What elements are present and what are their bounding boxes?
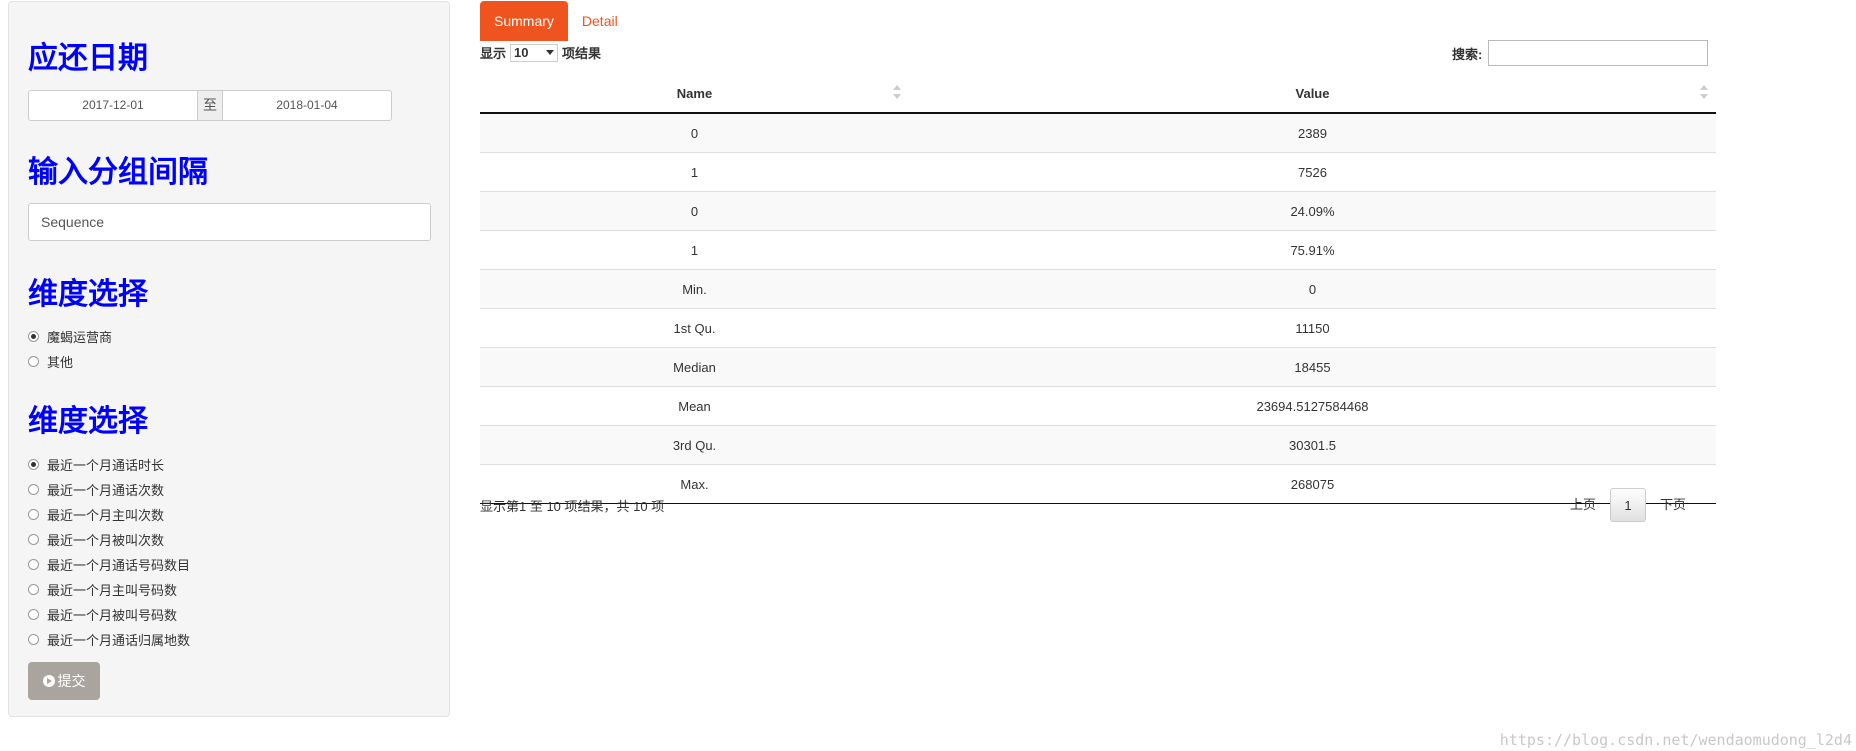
sort-icon [893,85,901,99]
radio-button-checked[interactable] [28,459,39,470]
next-page-button[interactable]: 下页 [1646,488,1700,522]
caret-down-icon [546,50,555,55]
radio-button[interactable] [28,609,39,620]
value-cell: 30301.5 [909,425,1716,465]
radio-button[interactable] [28,484,39,495]
pagination: 上页 1 下页 [1556,488,1700,522]
radio-button[interactable] [28,634,39,645]
prev-page-button[interactable]: 上页 [1556,488,1610,522]
table-row: Mean 23694.5127584468 [480,386,1716,426]
radio-button[interactable] [28,509,39,520]
date-range-separator: 至 [197,91,223,120]
date-end-input[interactable]: 2018-01-04 [223,91,391,120]
radio-label: 魔蝎运营商 [47,330,113,345]
page-length-value: 10 [514,45,529,60]
length-prefix: 显示 [480,46,507,61]
date-start-input[interactable]: 2017-12-01 [29,91,197,120]
name-cell: 0 [480,113,909,153]
radio-label: 最近一个月通话时长 [47,458,165,473]
radio-option[interactable]: 最近一个月通话号码数目 [28,552,190,577]
radio-option[interactable]: 最近一个月被叫次数 [28,527,190,552]
watermark: https://blog.csdn.net/wendaomudong_l2d4 [1499,731,1852,749]
radio-option[interactable]: 最近一个月主叫号码数 [28,577,190,602]
tab-detail[interactable]: Detail [568,1,632,41]
summary-table: Name Value 0 2389 1 7526 0 24.09% 1 75.91% M… [480,74,1716,504]
value-cell: 7526 [909,152,1716,192]
table-row: Min. 0 [480,269,1716,309]
radio-label: 最近一个月通话归属地数 [47,633,191,648]
column-header-label: Name [676,85,713,101]
name-cell: 1 [480,152,909,192]
page-length-control: 显示 10 项结果 [480,43,601,62]
submit-button[interactable]: 提交 [28,662,100,700]
table-row: Max. 268075 [480,464,1716,504]
name-cell: Min. [480,269,909,309]
table-row: Median 18455 [480,347,1716,387]
radio-option[interactable]: 最近一个月通话归属地数 [28,627,190,652]
table-search: 搜索: [1452,40,1709,66]
value-cell: 2389 [909,113,1716,153]
column-header-label: Value [1295,85,1330,101]
interval-input[interactable]: Sequence [28,203,431,241]
value-cell: 18455 [909,347,1716,387]
search-label: 搜索: [1452,46,1483,62]
value-cell: 24.09% [909,191,1716,231]
radio-button[interactable] [28,559,39,570]
radio-button[interactable] [28,584,39,595]
dimension-radio-group-1: 魔蝎运营商 其他 [28,324,112,374]
table-row: 1 7526 [480,152,1716,192]
submit-label: 提交 [57,673,86,689]
sidebar-panel: 应还日期 2017-12-01 至 2018-01-04 输入分组间隔 Sequ… [8,1,450,717]
table-info-text: 显示第1 至 10 项结果，共 10 项 [480,499,665,514]
tab-summary[interactable]: Summary [480,1,568,41]
sort-icon [1700,85,1708,99]
table-row: 1 75.91% [480,230,1716,270]
radio-option[interactable]: 其他 [28,349,112,374]
current-page-button[interactable]: 1 [1610,488,1647,522]
column-header-name[interactable]: Name [480,74,909,114]
column-header-value[interactable]: Value [909,74,1716,114]
radio-option[interactable]: 最近一个月主叫次数 [28,502,190,527]
radio-label: 其他 [47,355,74,370]
radio-label: 最近一个月主叫次数 [47,508,165,523]
radio-button[interactable] [28,534,39,545]
radio-option[interactable]: 最近一个月通话次数 [28,477,190,502]
name-cell: Mean [480,386,909,426]
radio-label: 最近一个月通话次数 [47,483,165,498]
radio-option[interactable]: 魔蝎运营商 [28,324,112,349]
radio-button-checked[interactable] [28,331,39,342]
name-cell: 1st Qu. [480,308,909,348]
name-cell: 3rd Qu. [480,425,909,465]
page-length-select[interactable]: 10 [510,43,559,62]
table-row: 3rd Qu. 30301.5 [480,425,1716,465]
tab-bar: Summary Detail [480,1,632,41]
length-suffix: 项结果 [562,46,602,61]
value-cell: 23694.5127584468 [909,386,1716,426]
dimension-heading-2: 维度选择 [28,404,148,439]
table-row: 0 24.09% [480,191,1716,231]
play-circle-icon [42,675,55,687]
date-range-input: 2017-12-01 至 2018-01-04 [28,90,392,121]
radio-label: 最近一个月被叫号码数 [47,608,178,623]
value-cell: 0 [909,269,1716,309]
radio-label: 最近一个月主叫号码数 [47,583,178,598]
radio-option[interactable]: 最近一个月被叫号码数 [28,602,190,627]
date-heading: 应还日期 [28,41,148,76]
name-cell: 1 [480,230,909,270]
value-cell: 75.91% [909,230,1716,270]
radio-label: 最近一个月通话号码数目 [47,558,191,573]
table-row: 1st Qu. 11150 [480,308,1716,348]
radio-option[interactable]: 最近一个月通话时长 [28,452,190,477]
name-cell: 0 [480,191,909,231]
radio-button[interactable] [28,356,39,367]
name-cell: Median [480,347,909,387]
table-row: 0 2389 [480,113,1716,153]
dimension-heading-1: 维度选择 [28,277,148,312]
dimension-radio-group-2: 最近一个月通话时长 最近一个月通话次数 最近一个月主叫次数 最近一个月被叫次数 … [28,452,190,652]
interval-heading: 输入分组间隔 [28,155,208,190]
radio-label: 最近一个月被叫次数 [47,533,165,548]
search-input[interactable] [1488,40,1709,66]
value-cell: 11150 [909,308,1716,348]
